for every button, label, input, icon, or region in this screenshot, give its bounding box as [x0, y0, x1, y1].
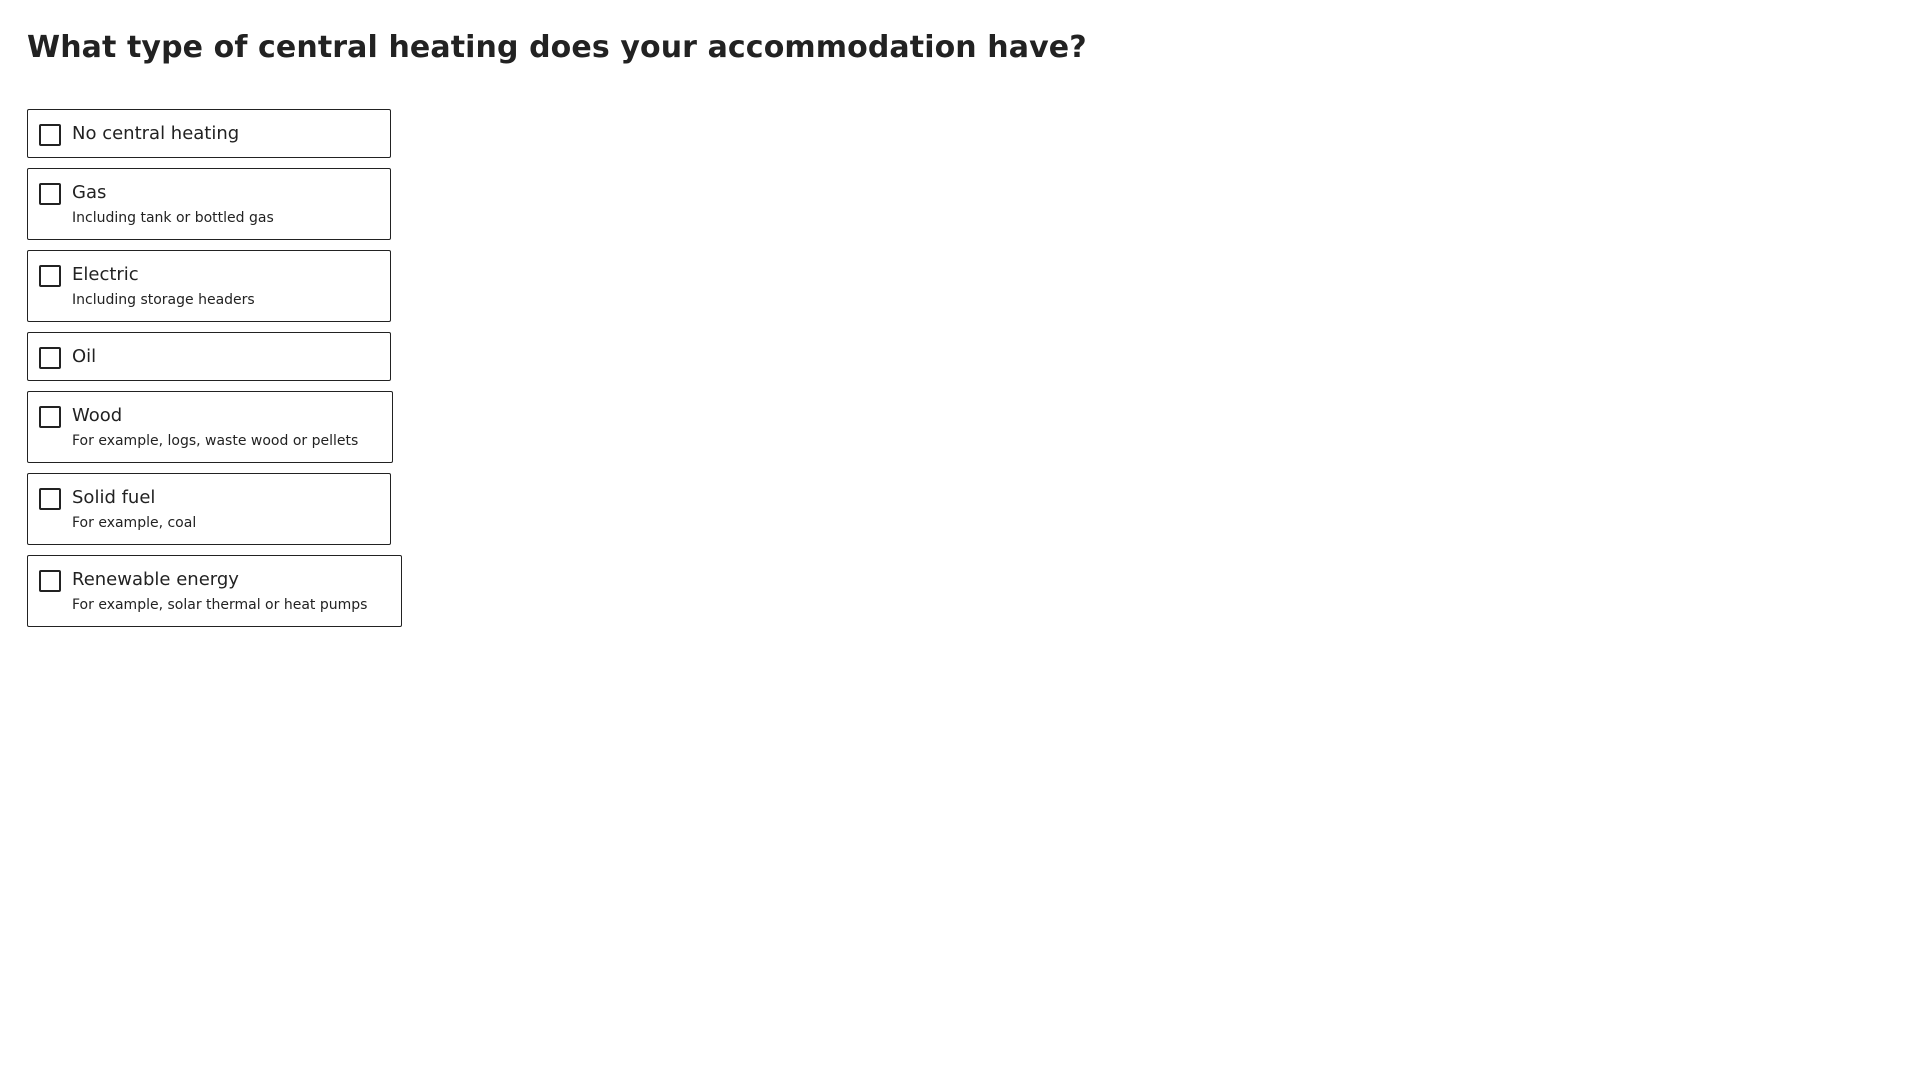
option-hint: For example, coal	[72, 515, 197, 531]
option-text: Gas Including tank or bottled gas	[72, 181, 274, 228]
option-label: Solid fuel	[72, 487, 156, 508]
option-label: Gas	[72, 182, 107, 203]
option-label: Electric	[72, 264, 139, 285]
page: What type of central heating does your a…	[0, 0, 1920, 1080]
checkbox-no-central-heating[interactable]	[39, 124, 61, 146]
option-text: Wood For example, logs, waste wood or pe…	[72, 404, 358, 451]
checkbox-gas[interactable]	[39, 183, 61, 205]
option-gas[interactable]: Gas Including tank or bottled gas	[27, 168, 391, 240]
option-label: No central heating	[72, 123, 240, 144]
checkbox-renewable-energy[interactable]	[39, 570, 61, 592]
option-no-central-heating[interactable]: No central heating	[27, 109, 391, 158]
option-oil[interactable]: Oil	[27, 332, 391, 381]
option-text: No central heating	[72, 122, 239, 146]
option-text: Oil	[72, 345, 96, 369]
checkbox-solid-fuel[interactable]	[39, 488, 61, 510]
option-label: Renewable energy	[72, 569, 239, 590]
question-title: What type of central heating does your a…	[27, 30, 1087, 65]
option-hint: Including tank or bottled gas	[72, 210, 274, 226]
option-solid-fuel[interactable]: Solid fuel For example, coal	[27, 473, 391, 545]
option-hint: Including storage headers	[72, 292, 255, 308]
option-renewable-energy[interactable]: Renewable energy For example, solar ther…	[27, 555, 403, 627]
option-hint: For example, logs, waste wood or pellets	[72, 433, 359, 449]
checkbox-electric[interactable]	[39, 265, 61, 287]
option-label: Oil	[72, 346, 97, 367]
checkbox-oil[interactable]	[39, 347, 61, 369]
heating-options-list: No central heating Gas Including tank or…	[27, 109, 1893, 627]
option-text: Solid fuel For example, coal	[72, 486, 196, 533]
option-text: Electric Including storage headers	[72, 263, 255, 310]
option-hint: For example, solar thermal or heat pumps	[72, 597, 368, 613]
option-text: Renewable energy For example, solar ther…	[72, 568, 367, 615]
option-wood[interactable]: Wood For example, logs, waste wood or pe…	[27, 391, 394, 463]
checkbox-wood[interactable]	[39, 406, 61, 428]
option-label: Wood	[72, 405, 123, 426]
option-electric[interactable]: Electric Including storage headers	[27, 250, 391, 322]
